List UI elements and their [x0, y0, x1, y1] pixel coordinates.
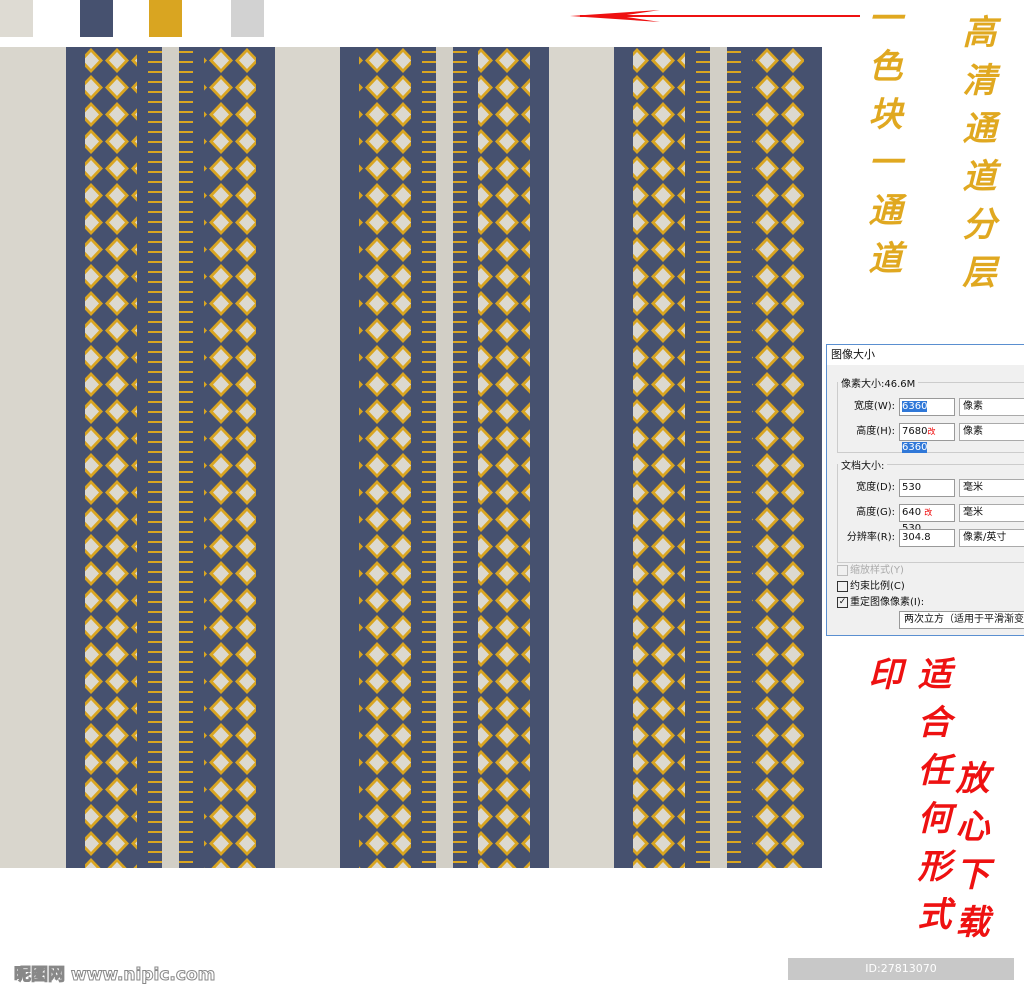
resample-method-select[interactable]: 两次立方（适用于平滑渐变 — [899, 611, 1024, 629]
height-mark: 改 — [927, 427, 936, 436]
constrain-checkbox[interactable]: 约束比例(C) — [837, 577, 905, 592]
swatch-gold — [149, 0, 182, 37]
slogan-one-channel: 一色块一通道 — [862, 0, 902, 288]
resolution-label: 分辨率(R): — [846, 532, 895, 543]
width-value: 6360 — [902, 401, 928, 412]
diamond-column — [204, 47, 256, 868]
doc-height-mark: 改 — [924, 508, 933, 517]
diamond-column — [359, 47, 411, 868]
slogan-hd-layered: 高清通道分层 — [956, 14, 996, 302]
diamond-column — [633, 47, 685, 868]
ladder-rungs — [453, 47, 467, 868]
diamond-column — [752, 47, 804, 868]
width-input[interactable]: 6360 — [899, 398, 955, 416]
doc-height-unit-select[interactable]: 毫米 — [959, 504, 1024, 522]
diamond-column — [478, 47, 530, 868]
ladder-center — [162, 47, 179, 868]
doc-height-label: 高度(G): — [856, 507, 895, 518]
watermark-logo: 昵图网 www.nipic.com — [13, 965, 216, 986]
doc-height-old: 640 — [902, 507, 922, 518]
ladder-rungs — [727, 47, 741, 868]
resample-label: 重定图像像素(I): — [850, 597, 925, 608]
swatch-beige — [0, 0, 33, 37]
height-label: 高度(H): — [856, 426, 895, 437]
pixel-size-label: 像素大小:46.6M — [841, 379, 916, 390]
ladder-center — [436, 47, 453, 868]
width-label: 宽度(W): — [853, 401, 895, 412]
ladder-rungs — [179, 47, 193, 868]
height-unit-select[interactable]: 像素 — [959, 423, 1024, 441]
scale-styles-label: 缩放样式(Y) — [850, 565, 904, 576]
diamond-column — [85, 47, 137, 868]
doc-width-label: 宽度(D): — [856, 482, 895, 493]
stripe-pattern — [0, 47, 822, 868]
resolution-unit-select[interactable]: 像素/英寸 — [959, 529, 1024, 547]
id-label: ID:27813070 NO:20201202140809063086 — [788, 958, 1014, 997]
doc-size-label: 文档大小: — [841, 461, 885, 472]
height-old: 7680 — [902, 426, 928, 437]
constrain-label: 约束比例(C) — [850, 581, 905, 592]
ladder-rungs — [422, 47, 436, 868]
height-input[interactable]: 7680改 6360 — [899, 423, 955, 453]
doc-height-input[interactable]: 640 改 530 — [899, 504, 955, 534]
image-size-dialog: 图像大小 像素大小:46.6M 宽度(W): 6360 像素 高度(H): 76… — [826, 344, 1024, 636]
arrow-left-icon — [570, 10, 860, 22]
width-unit-select[interactable]: 像素 — [959, 398, 1024, 416]
resample-checkbox[interactable]: ✓ 重定图像像素(I): — [837, 593, 924, 608]
dialog-title: 图像大小 — [827, 345, 1024, 365]
ladder-rungs — [148, 47, 162, 868]
resolution-input[interactable]: 304.8 — [899, 529, 955, 547]
doc-width-input[interactable]: 530 — [899, 479, 955, 497]
slogan-download: 放心下载 — [949, 760, 989, 952]
swatch-grey — [231, 0, 264, 37]
slogan-any-print: 适合任何形式印 — [862, 656, 951, 944]
ladder-rungs — [696, 47, 710, 868]
scale-styles-checkbox[interactable]: 缩放样式(Y) — [837, 561, 904, 576]
doc-width-unit-select[interactable]: 毫米 — [959, 479, 1024, 497]
swatch-navy — [80, 0, 113, 37]
height-value: 6360 — [902, 442, 928, 453]
ladder-center — [710, 47, 727, 868]
